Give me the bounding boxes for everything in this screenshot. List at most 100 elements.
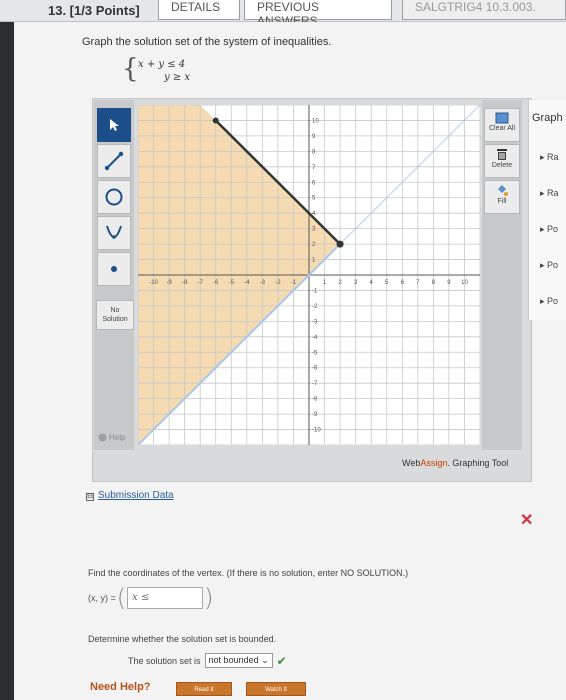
boundary-line-y-eq-x-extension xyxy=(339,105,480,245)
need-help-label: Need Help? xyxy=(90,681,151,693)
x-tick-label: 2 xyxy=(338,280,342,286)
collapse-icon: ⊟ xyxy=(86,493,94,501)
bounded-answer-row: The solution set is not bounded ⌄ ✔ xyxy=(128,653,287,668)
tab-solution[interactable]: SALGTRIG4 10.3.003. xyxy=(402,0,566,20)
y-tick-label: -7 xyxy=(312,381,318,387)
graph-item[interactable]: ▸ Po xyxy=(540,260,558,271)
y-tick-label: -6 xyxy=(312,366,318,372)
coordinate-plane[interactable]: -10 -9 -8 -7 -6 -5 -4 -3 -2 -1 1 2 3 4 5 6 7 8 9 10 10 9 8 7 6 5 4… xyxy=(138,105,480,445)
delete-label: Delete xyxy=(491,162,513,169)
clear-all-icon xyxy=(495,112,509,124)
graph-item-label: Ra xyxy=(547,152,559,162)
circle-tool-button[interactable] xyxy=(97,180,131,214)
delete-button[interactable]: Delete xyxy=(484,144,520,178)
x-tick-label: 8 xyxy=(432,280,436,286)
submission-data-toggle[interactable]: ⊟ Submission Data xyxy=(86,490,174,501)
graph-item[interactable]: ▸ Ra xyxy=(540,152,559,163)
graph-item-label: Ra xyxy=(547,188,559,198)
submission-data-label: Submission Data xyxy=(98,490,174,501)
x-tick-label: -4 xyxy=(244,280,250,286)
x-tick-label: 9 xyxy=(447,280,451,286)
inequality-1: x + y ≤ 4 xyxy=(138,59,186,70)
x-tick-label: -5 xyxy=(229,280,235,286)
graph-item[interactable]: ▸ Po xyxy=(540,224,558,235)
x-tick-label: 5 xyxy=(385,280,389,286)
y-tick-label: 9 xyxy=(312,134,316,140)
line-endpoint xyxy=(212,117,219,124)
point-icon xyxy=(111,266,117,272)
brand-suffix: . Graphing Tool xyxy=(447,458,509,468)
open-paren: ( xyxy=(116,584,127,612)
vertex-label: (x, y) = xyxy=(88,593,116,603)
fill-button[interactable]: Fill xyxy=(484,180,520,214)
incorrect-icon: ✕ xyxy=(520,512,534,529)
x-tick-label: 1 xyxy=(323,280,327,286)
x-tick-label: -7 xyxy=(198,280,204,286)
question-number: 13. [1/3 Points] xyxy=(48,3,140,18)
bounded-select[interactable]: not bounded ⌄ xyxy=(204,653,273,668)
no-solution-button[interactable]: No Solution xyxy=(96,300,134,330)
x-tick-label: -1 xyxy=(291,280,297,286)
vertex-question: Find the coordinates of the vertex. (If … xyxy=(88,568,409,578)
chevron-down-icon: ⌄ xyxy=(261,655,269,665)
parabola-icon xyxy=(106,225,122,239)
vertex-answer-row: (x, y) = ( x ≤ ) xyxy=(88,584,215,612)
x-tick-label: 7 xyxy=(416,280,420,286)
graph-item[interactable]: ▸ Po xyxy=(540,296,558,307)
bounded-selected-value: not bounded xyxy=(208,655,259,665)
fill-bucket-icon xyxy=(498,185,508,196)
x-tick-label: -2 xyxy=(275,280,281,286)
fill-label: Fill xyxy=(497,198,507,205)
x-tick-label: -8 xyxy=(182,280,188,286)
vertex-input[interactable]: x ≤ xyxy=(127,587,204,609)
tab-details[interactable]: DETAILS xyxy=(158,0,240,20)
x-tick-label: -3 xyxy=(260,280,266,286)
inequality-2: y ≥ x xyxy=(164,72,191,83)
y-tick-label: -10 xyxy=(312,428,321,434)
graph-item[interactable]: ▸ Ra xyxy=(540,188,559,199)
y-tick-label: -5 xyxy=(312,350,318,356)
graph-side-panel xyxy=(528,100,566,320)
webassign-brand: WebAssign. Graphing Tool xyxy=(402,458,508,468)
tab-previous-answers[interactable]: PREVIOUS ANSWERS xyxy=(244,0,392,28)
clear-all-label: Clear All xyxy=(488,125,516,132)
y-tick-label: -9 xyxy=(312,412,318,418)
y-tick-label: 6 xyxy=(312,180,316,186)
correct-check-icon: ✔ xyxy=(276,653,287,668)
help-icon xyxy=(98,433,107,442)
x-tick-label: 4 xyxy=(370,280,374,286)
line-segment-icon xyxy=(104,151,124,171)
trash-icon xyxy=(497,149,507,160)
vertex-point xyxy=(336,240,344,248)
y-tick-label: -8 xyxy=(312,397,318,403)
question-header: 13. [1/3 Points] DETAILS PREVIOUS ANSWER… xyxy=(0,0,566,28)
graph-item-label: Po xyxy=(547,224,559,234)
point-tool-button[interactable] xyxy=(97,252,131,286)
help-link[interactable]: Help xyxy=(98,433,125,442)
circle-icon xyxy=(105,188,123,206)
y-tick-label: -3 xyxy=(312,319,318,325)
x-tick-label: -10 xyxy=(149,280,158,286)
pointer-tool-button[interactable] xyxy=(97,108,131,142)
line-tool-button[interactable] xyxy=(97,144,131,178)
parabola-tool-button[interactable] xyxy=(97,216,131,250)
help-label: Help xyxy=(109,433,126,442)
cursor-icon xyxy=(110,119,119,131)
brand-accent: Assign xyxy=(420,458,448,468)
y-tick-label: 8 xyxy=(312,149,316,155)
watch-it-button[interactable]: Watch It xyxy=(246,682,306,696)
x-tick-label: 10 xyxy=(461,280,468,286)
graph-item-label: Po xyxy=(547,260,559,270)
read-it-button[interactable]: Read It xyxy=(176,682,232,696)
brand-prefix: Web xyxy=(402,458,421,468)
close-paren: ) xyxy=(204,584,214,612)
bounded-question: Determine whether the solution set is bo… xyxy=(88,634,277,644)
y-tick-label: 4 xyxy=(312,211,316,217)
x-tick-label: 6 xyxy=(401,280,405,286)
y-tick-label: 10 xyxy=(312,118,319,124)
y-tick-label: 7 xyxy=(312,165,316,171)
clear-all-button[interactable]: Clear All xyxy=(484,108,520,142)
y-tick-label: -2 xyxy=(312,304,318,310)
x-tick-label: -6 xyxy=(213,280,219,286)
system-brace: { xyxy=(122,54,139,84)
